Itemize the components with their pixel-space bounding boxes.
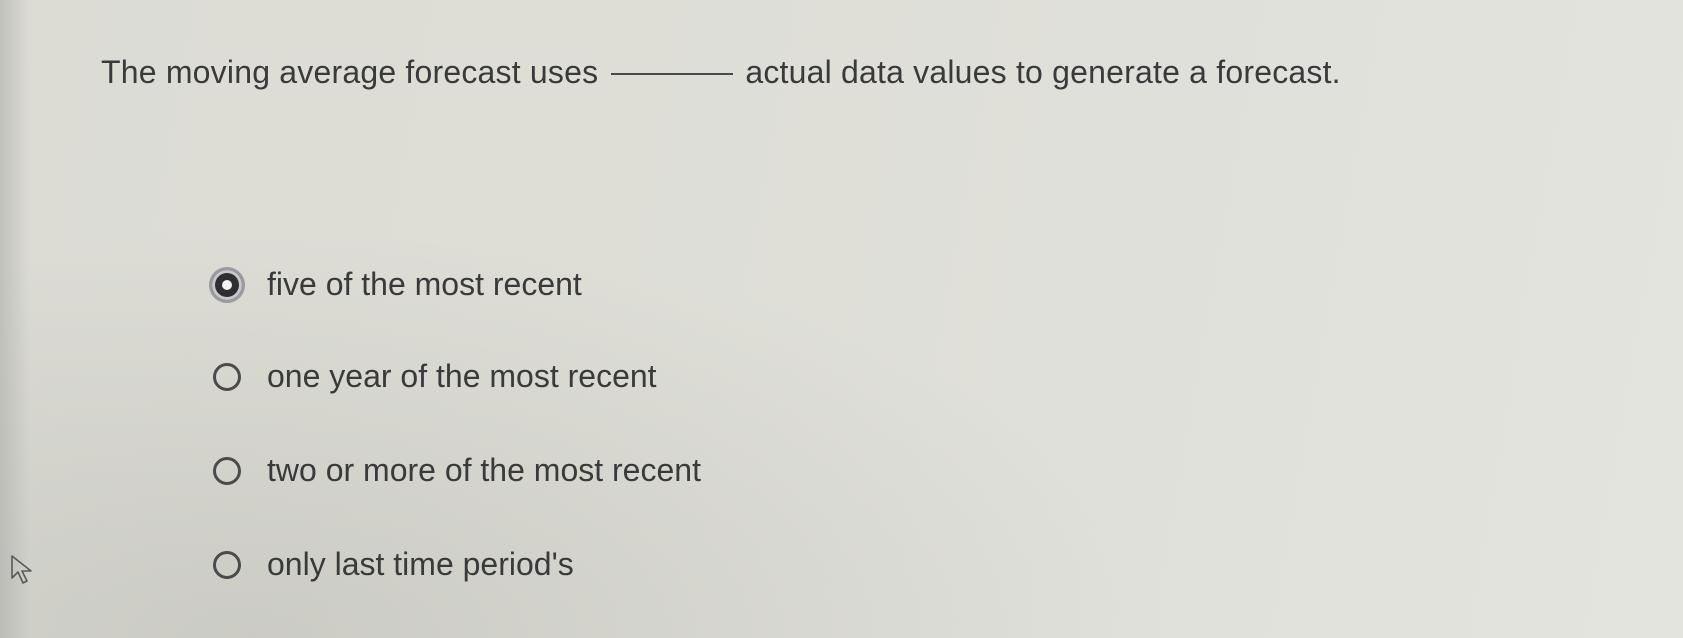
radio-button-selected[interactable] <box>209 266 245 303</box>
option-two-or-more[interactable]: two or more of the most recent <box>213 452 701 489</box>
question-text-before: The moving average forecast uses <box>101 54 599 90</box>
question-text-after: actual data values to generate a forecas… <box>745 54 1341 90</box>
radio-button[interactable] <box>213 550 241 579</box>
option-one-year[interactable]: one year of the most recent <box>213 358 657 395</box>
option-label: only last time period's <box>267 546 574 582</box>
option-five-recent[interactable]: five of the most recent <box>209 266 582 303</box>
radio-button[interactable] <box>213 456 241 485</box>
option-label: five of the most recent <box>267 266 582 302</box>
option-last-period[interactable]: only last time period's <box>213 546 574 583</box>
radio-button[interactable] <box>213 362 241 391</box>
question-prompt: The moving average forecast uses actual … <box>101 50 1341 94</box>
option-label: two or more of the most recent <box>267 452 701 488</box>
answer-blank <box>611 73 734 75</box>
mouse-pointer-icon <box>11 555 32 584</box>
option-label: one year of the most recent <box>267 358 657 394</box>
screen-shading <box>0 0 1683 638</box>
